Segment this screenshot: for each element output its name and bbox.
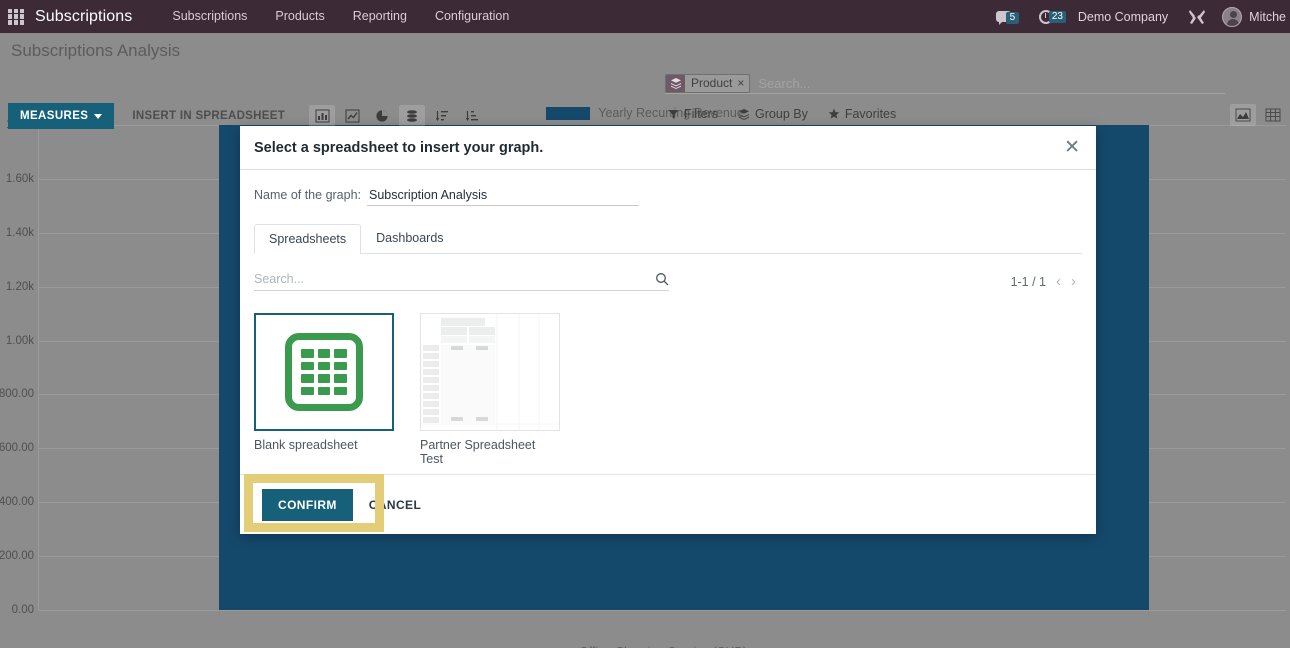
dialog-tabs: Spreadsheets Dashboards xyxy=(254,224,1082,254)
close-icon[interactable]: ✕ xyxy=(1064,138,1080,157)
card-caption: Blank spreadsheet xyxy=(254,438,358,452)
cancel-button[interactable]: CANCEL xyxy=(357,489,433,521)
insert-spreadsheet-dialog: Select a spreadsheet to insert your grap… xyxy=(240,126,1096,534)
pager: 1-1 / 1 ‹ › xyxy=(1011,274,1082,289)
spreadsheet-grid-icon xyxy=(285,333,363,411)
dialog-footer: CONFIRM CANCEL xyxy=(240,474,1096,534)
app-root: Subscriptions Subscriptions Products Rep… xyxy=(0,0,1290,648)
tab-spreadsheets[interactable]: Spreadsheets xyxy=(254,224,362,254)
chevron-right-icon[interactable]: › xyxy=(1071,274,1076,289)
dialog-search-field xyxy=(254,272,669,291)
chevron-left-icon[interactable]: ‹ xyxy=(1056,274,1061,289)
dialog-body: Name of the graph: Spreadsheets Dashboar… xyxy=(240,170,1096,474)
card-thumbnail xyxy=(420,313,560,431)
graph-name-input[interactable] xyxy=(367,186,640,206)
card-thumbnail xyxy=(254,313,394,431)
card-blank-spreadsheet[interactable]: Blank spreadsheet xyxy=(254,313,394,466)
dialog-header: Select a spreadsheet to insert your grap… xyxy=(240,126,1096,170)
dialog-search-row: 1-1 / 1 ‹ › xyxy=(254,272,1082,291)
tab-dashboards[interactable]: Dashboards xyxy=(361,223,458,253)
card-partner-spreadsheet-test[interactable]: Partner Spreadsheet Test xyxy=(420,313,560,466)
pager-range: 1-1 / 1 xyxy=(1010,274,1046,289)
search-icon[interactable] xyxy=(655,272,669,286)
dialog-title: Select a spreadsheet to insert your grap… xyxy=(254,139,544,156)
modal-backdrop: Select a spreadsheet to insert your grap… xyxy=(0,0,1290,648)
graph-name-row: Name of the graph: xyxy=(254,186,1082,206)
confirm-button[interactable]: CONFIRM xyxy=(262,488,353,521)
spreadsheet-card-list: Blank spreadsheet Partner Spreadsheet Te… xyxy=(254,313,1082,466)
pivot-table-preview xyxy=(421,314,559,430)
dialog-search-input[interactable] xyxy=(254,272,655,286)
card-caption: Partner Spreadsheet Test xyxy=(420,438,536,466)
graph-name-label: Name of the graph: xyxy=(254,188,362,202)
